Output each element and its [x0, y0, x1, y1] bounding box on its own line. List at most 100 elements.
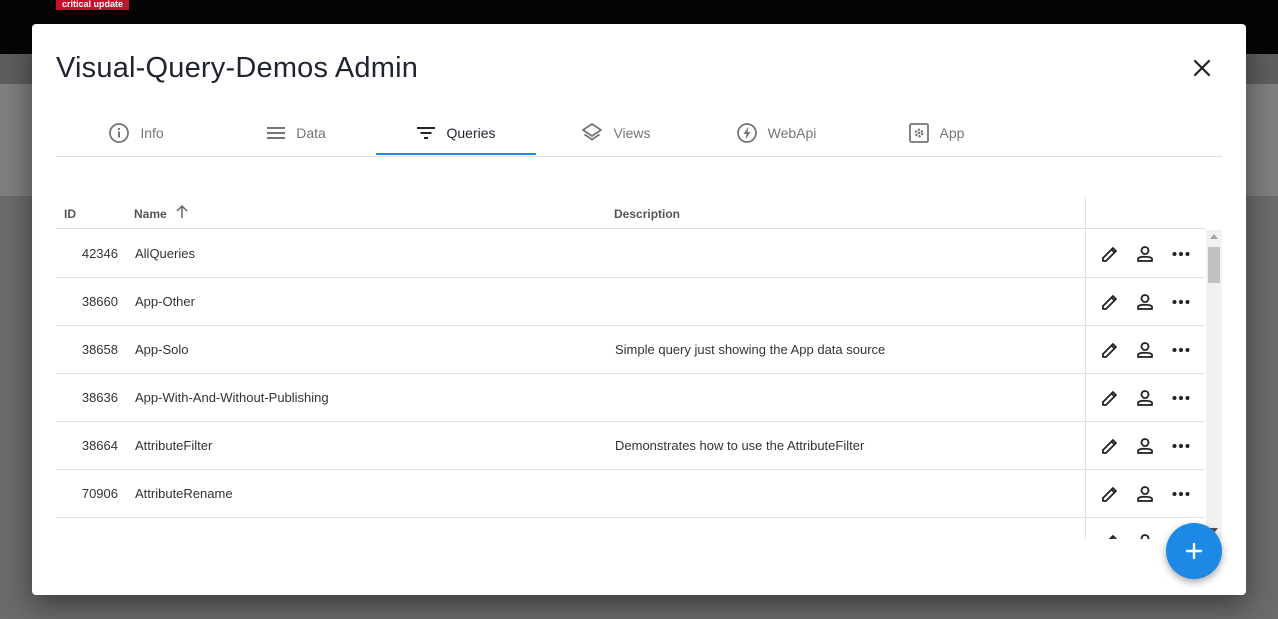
- bolt-icon: [736, 123, 757, 143]
- tab-queries[interactable]: Queries: [376, 110, 536, 156]
- edit-button[interactable]: [1096, 384, 1124, 412]
- table-row[interactable]: 38636 App-With-And-Without-Publishing: [56, 374, 1205, 422]
- tab-label: Data: [296, 125, 326, 141]
- tab-label: App: [939, 125, 965, 141]
- permissions-button[interactable]: [1131, 336, 1159, 364]
- menu-lines-icon: [267, 127, 286, 139]
- row-actions: [1085, 422, 1205, 470]
- queries-table: ID Name Description 42346 AllQueries 386…: [56, 197, 1222, 539]
- row-actions: [1085, 470, 1205, 518]
- layers-icon: [582, 123, 603, 141]
- close-button[interactable]: [1188, 54, 1216, 82]
- cell-id: 70906: [81, 486, 118, 501]
- more-button[interactable]: [1167, 240, 1195, 268]
- row-actions: [1085, 374, 1205, 422]
- cell-name: AttributeRename: [135, 486, 233, 501]
- edit-icon: [1101, 295, 1117, 310]
- permissions-button[interactable]: [1131, 240, 1159, 268]
- more-horizontal-icon: [1172, 348, 1190, 352]
- plus-icon: [1185, 542, 1203, 560]
- scroll-thumb[interactable]: [1208, 247, 1220, 283]
- edit-icon: [1101, 439, 1117, 454]
- info-icon: [109, 123, 130, 143]
- table-row[interactable]: 38660 App-Other: [56, 278, 1205, 326]
- tab-label: Queries: [446, 125, 496, 141]
- more-horizontal-icon: [1172, 492, 1190, 496]
- edit-icon: [1101, 343, 1117, 358]
- column-header-name[interactable]: Name: [134, 207, 167, 221]
- row-actions: [1085, 326, 1205, 374]
- sort-arrow-icon[interactable]: [176, 204, 188, 222]
- admin-dialog: Visual-Query-Demos Admin Info Data Queri…: [32, 24, 1246, 595]
- table-row[interactable]: 70906 AttributeRename: [56, 470, 1205, 518]
- edit-button[interactable]: [1096, 288, 1124, 316]
- tab-label: Views: [613, 125, 651, 141]
- add-query-button[interactable]: [1166, 523, 1222, 579]
- table-body: 42346 AllQueries 38660 App-Other 38658 A…: [56, 230, 1205, 539]
- more-button[interactable]: [1167, 288, 1195, 316]
- edit-icon: [1101, 247, 1117, 262]
- person-icon: [1137, 438, 1154, 454]
- scroll-up-arrow-icon[interactable]: [1210, 234, 1218, 239]
- critical-update-badge: critical update: [56, 0, 130, 10]
- permissions-button[interactable]: [1131, 384, 1159, 412]
- cell-name: App-With-And-Without-Publishing: [135, 390, 329, 405]
- person-icon: [1137, 486, 1154, 502]
- cell-name: App-Other: [135, 294, 195, 309]
- edit-icon: [1108, 535, 1117, 539]
- cell-description: Demonstrates how to use the AttributeFil…: [615, 438, 865, 453]
- tab-label: WebApi: [767, 125, 817, 141]
- active-tab-indicator: [376, 153, 536, 155]
- edit-button[interactable]: [1096, 480, 1124, 508]
- tab-data[interactable]: Data: [216, 110, 376, 156]
- cell-id: 42346: [81, 246, 118, 261]
- tab-info[interactable]: Info: [56, 110, 216, 156]
- more-horizontal-icon: [1172, 396, 1190, 400]
- table-header: ID Name Description: [56, 197, 1085, 229]
- close-icon: [1193, 59, 1211, 77]
- table-row[interactable]: 38664 AttributeFilter Demonstrates how t…: [56, 422, 1205, 470]
- edit-button[interactable]: [1096, 528, 1124, 539]
- person-icon: [1137, 294, 1154, 310]
- permissions-button[interactable]: [1131, 480, 1159, 508]
- column-header-description[interactable]: Description: [614, 207, 680, 221]
- permissions-button[interactable]: [1131, 288, 1159, 316]
- cell-name: AttributeFilter: [135, 438, 213, 453]
- row-actions: [1085, 230, 1205, 278]
- permissions-button[interactable]: [1131, 432, 1159, 460]
- table-row[interactable]: [56, 518, 1205, 539]
- more-button[interactable]: [1167, 432, 1195, 460]
- table-scrollbar[interactable]: [1206, 230, 1222, 539]
- settings-box-icon: [908, 123, 929, 143]
- cell-id: 38660: [81, 294, 118, 309]
- filter-icon: [417, 127, 436, 139]
- tab-bar: Info Data Queries Views WebApi App: [56, 110, 1222, 157]
- cell-description: Simple query just showing the App data s…: [615, 342, 886, 357]
- more-horizontal-icon: [1172, 300, 1190, 304]
- person-icon: [1137, 342, 1154, 358]
- cell-id: 38658: [81, 342, 118, 357]
- more-button[interactable]: [1167, 480, 1195, 508]
- tab-webapi[interactable]: WebApi: [696, 110, 856, 156]
- edit-button[interactable]: [1096, 240, 1124, 268]
- tab-label: Info: [140, 125, 164, 141]
- more-button[interactable]: [1167, 336, 1195, 364]
- more-horizontal-icon: [1172, 444, 1190, 448]
- cell-name: AllQueries: [135, 246, 195, 261]
- permissions-button[interactable]: [1131, 528, 1159, 539]
- actions-column-header: [1085, 197, 1205, 229]
- dialog-title: Visual-Query-Demos Admin: [56, 52, 419, 84]
- more-button[interactable]: [1167, 384, 1195, 412]
- table-row[interactable]: 42346 AllQueries: [56, 230, 1205, 278]
- arrow-up-icon: [176, 204, 188, 218]
- tab-views[interactable]: Views: [536, 110, 696, 156]
- edit-button[interactable]: [1096, 432, 1124, 460]
- person-icon: [1141, 534, 1150, 539]
- edit-icon: [1101, 391, 1117, 406]
- column-header-id[interactable]: ID: [64, 207, 76, 221]
- edit-button[interactable]: [1096, 336, 1124, 364]
- person-icon: [1137, 390, 1154, 406]
- cell-id: 38664: [81, 438, 118, 453]
- tab-app[interactable]: App: [856, 110, 1016, 156]
- table-row[interactable]: 38658 App-Solo Simple query just showing…: [56, 326, 1205, 374]
